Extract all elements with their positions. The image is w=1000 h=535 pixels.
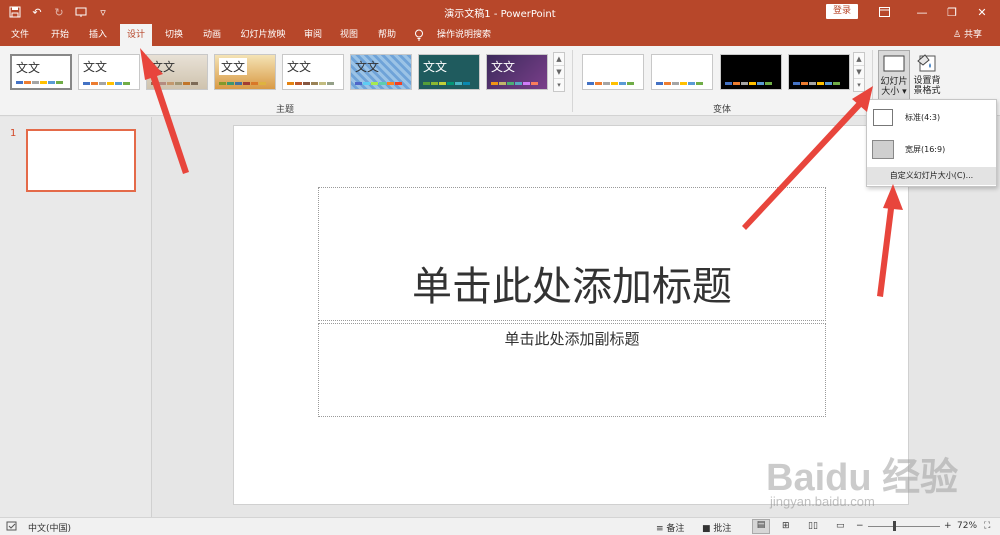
theme-office[interactable]: 文文 — [10, 54, 72, 90]
slide-thumbnail-pane: 1 — [0, 117, 152, 517]
slide-size-button[interactable]: 幻灯片 大小 ▾ — [878, 50, 910, 102]
tab-review[interactable]: 审阅 — [298, 24, 328, 46]
more-icon[interactable]: ▾ — [554, 79, 564, 92]
theme-retrospect[interactable]: 文文 — [350, 54, 412, 90]
baidu-watermark-url: jingyan.baidu.com — [770, 494, 875, 509]
tab-insert[interactable]: 插入 — [82, 24, 114, 46]
tab-help[interactable]: 帮助 — [372, 24, 402, 46]
tab-design[interactable]: 设计 — [120, 24, 152, 46]
custom-slide-size-item[interactable]: 自定义幻灯片大小(C)... — [867, 167, 996, 185]
share-label: 共享 — [963, 30, 982, 40]
tab-home[interactable]: 开始 — [44, 24, 76, 46]
theme-organic[interactable]: 文文 — [214, 54, 276, 90]
variant-4[interactable] — [788, 54, 850, 90]
chevron-up-icon[interactable]: ▲ — [854, 53, 864, 66]
reading-view-icon[interactable]: ▯▯ — [808, 521, 818, 531]
ribbon: 文文 文文 文文 文文 文文 文文 文文 文文 ▲ ▼ ▾ 主题 ▲ ▼ ▾ 变… — [0, 46, 1000, 116]
more-icon[interactable]: ▾ — [854, 79, 864, 92]
theme-wood[interactable]: 文文 — [146, 54, 208, 90]
slide-size-widescreen[interactable]: 宽屏(16:9) — [867, 134, 996, 166]
slide-thumbnail[interactable] — [26, 129, 136, 192]
widescreen-icon — [872, 140, 894, 159]
chevron-down-icon[interactable]: ▼ — [854, 66, 864, 79]
share-button[interactable]: ♙ 共享 — [953, 24, 982, 46]
normal-view-icon[interactable]: ▤ — [752, 519, 770, 534]
format-background-icon — [917, 54, 936, 72]
person-icon: ♙ — [953, 30, 962, 40]
zoom-slider[interactable] — [868, 526, 940, 527]
variant-2[interactable] — [651, 54, 713, 90]
lightbulb-icon — [412, 24, 426, 46]
theme-slice[interactable]: 文文 — [418, 54, 480, 90]
slide-sorter-icon[interactable]: ⊞ — [782, 521, 790, 531]
tell-me-search[interactable]: 操作说明搜索 — [432, 24, 496, 46]
comment-icon: ■ — [702, 524, 711, 534]
theme-berlin[interactable]: 文文 — [486, 54, 548, 90]
notes-icon: ≡ — [656, 524, 664, 534]
themes-gallery-scroll[interactable]: ▲ ▼ ▾ — [553, 52, 565, 92]
chevron-down-icon[interactable]: ▼ — [554, 66, 564, 79]
theme-ion[interactable]: 文文 — [282, 54, 344, 90]
close-icon[interactable]: ✕ — [964, 0, 1000, 24]
title-bar: ↶ ↻ ▿ 演示文稿1 - PowerPoint 登录 — ❐ ✕ — [0, 0, 1000, 24]
login-button[interactable]: 登录 — [826, 4, 858, 19]
themes-group-label: 主题 — [276, 105, 295, 115]
title-placeholder[interactable]: 单击此处添加标题 — [318, 187, 826, 321]
variants-gallery-scroll[interactable]: ▲ ▼ ▾ — [853, 52, 865, 92]
slide-size-dropdown: 标准(4:3) 宽屏(16:9) 自定义幻灯片大小(C)... — [866, 99, 997, 187]
zoom-level[interactable]: 72% — [957, 521, 977, 531]
format-background-button[interactable]: 设置背 景格式 — [911, 50, 943, 102]
standard-icon — [873, 109, 893, 126]
variant-3[interactable] — [720, 54, 782, 90]
zoom-out-icon[interactable]: − — [856, 521, 864, 531]
zoom-slider-thumb[interactable] — [893, 521, 896, 531]
baidu-watermark: Baidu 经验 — [766, 457, 959, 499]
chevron-up-icon[interactable]: ▲ — [554, 53, 564, 66]
variants-group-label: 变体 — [713, 105, 732, 115]
slide-number: 1 — [10, 128, 17, 139]
notes-button[interactable]: ≡ 备注 — [656, 521, 684, 534]
ribbon-tabs: 文件 开始 插入 设计 切换 动画 幻灯片放映 审阅 视图 帮助 操作说明搜索 … — [0, 24, 1000, 46]
tab-slide-show[interactable]: 幻灯片放映 — [236, 24, 290, 46]
theme-facet[interactable]: 文文 — [78, 54, 140, 90]
tab-animations[interactable]: 动画 — [196, 24, 228, 46]
slide-size-icon — [883, 55, 905, 72]
zoom-in-icon[interactable]: + — [944, 521, 952, 531]
variant-1[interactable] — [582, 54, 644, 90]
subtitle-placeholder[interactable]: 单击此处添加副标题 — [318, 323, 826, 417]
slide-size-standard[interactable]: 标准(4:3) — [867, 102, 996, 134]
tab-transitions[interactable]: 切换 — [158, 24, 190, 46]
fit-slide-icon[interactable]: ⛶ — [984, 521, 990, 531]
group-separator — [572, 50, 573, 112]
tab-file[interactable]: 文件 — [4, 24, 36, 46]
comments-button[interactable]: ■ 批注 — [702, 521, 731, 534]
ribbon-display-options-icon[interactable] — [866, 0, 902, 24]
slide-show-icon[interactable]: ▭ — [836, 521, 845, 531]
language-indicator[interactable]: 中文(中国) — [28, 521, 71, 534]
status-bar: 中文(中国) ≡ 备注 ■ 批注 ▤ ⊞ ▯▯ ▭ − + 72% ⛶ — [0, 517, 1000, 535]
tab-view[interactable]: 视图 — [334, 24, 364, 46]
spelling-icon[interactable] — [6, 521, 18, 535]
